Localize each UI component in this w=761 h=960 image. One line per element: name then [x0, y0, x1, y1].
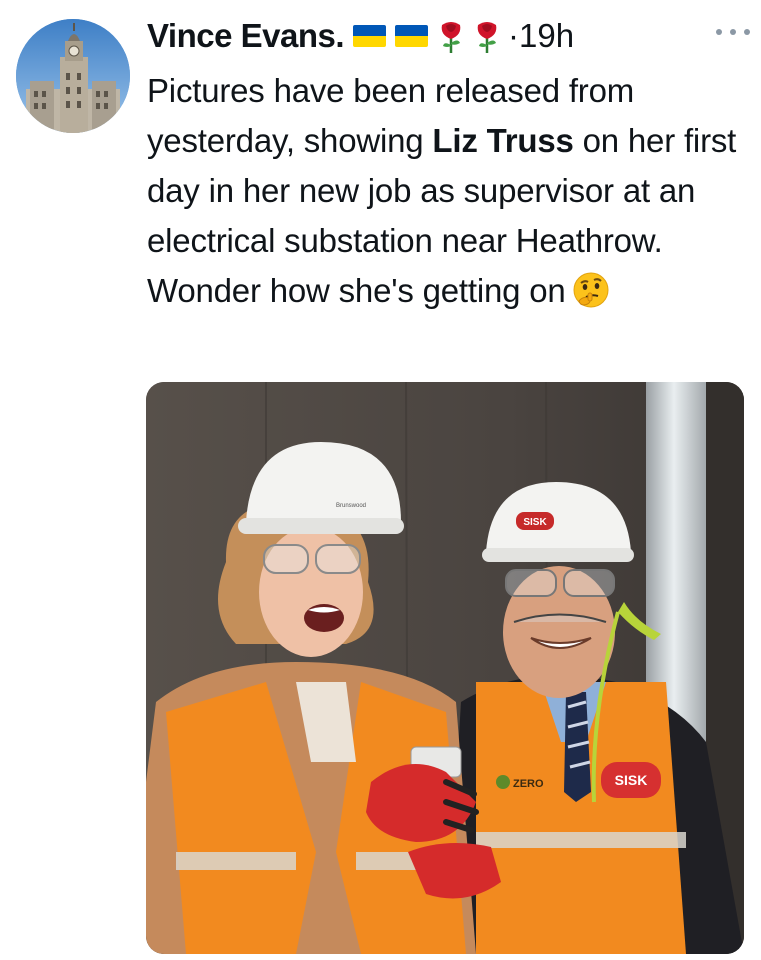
rose-icon — [477, 22, 497, 53]
rose-icon — [441, 22, 461, 53]
photo-illustration: SISK SISK ZERO Brunswood — [146, 382, 744, 954]
liver-building-avatar-image — [16, 19, 130, 133]
tweet-header: Vince Evans. ·19h — [147, 14, 574, 58]
vest-zero-logo: ZERO — [513, 778, 544, 790]
more-dots-icon[interactable] — [716, 22, 750, 42]
ukraine-flag-icon — [353, 25, 387, 47]
tweet-photo[interactable]: SISK SISK ZERO Brunswood — [146, 382, 744, 954]
author-display-name[interactable]: Vince Evans. — [147, 17, 345, 55]
helmet-brand-label: Brunswood — [336, 503, 366, 509]
ukraine-flag-icon — [395, 25, 429, 47]
tweet-text: Pictures have been released from yesterd… — [147, 72, 737, 309]
vest-sisk-logo: SISK — [615, 772, 648, 788]
thinking-face-icon — [573, 272, 609, 308]
avatar[interactable] — [16, 19, 130, 133]
helmet-sisk-label: SISK — [523, 517, 547, 528]
timestamp[interactable]: ·19h — [508, 17, 574, 55]
bold-name: Liz Truss — [432, 122, 574, 159]
